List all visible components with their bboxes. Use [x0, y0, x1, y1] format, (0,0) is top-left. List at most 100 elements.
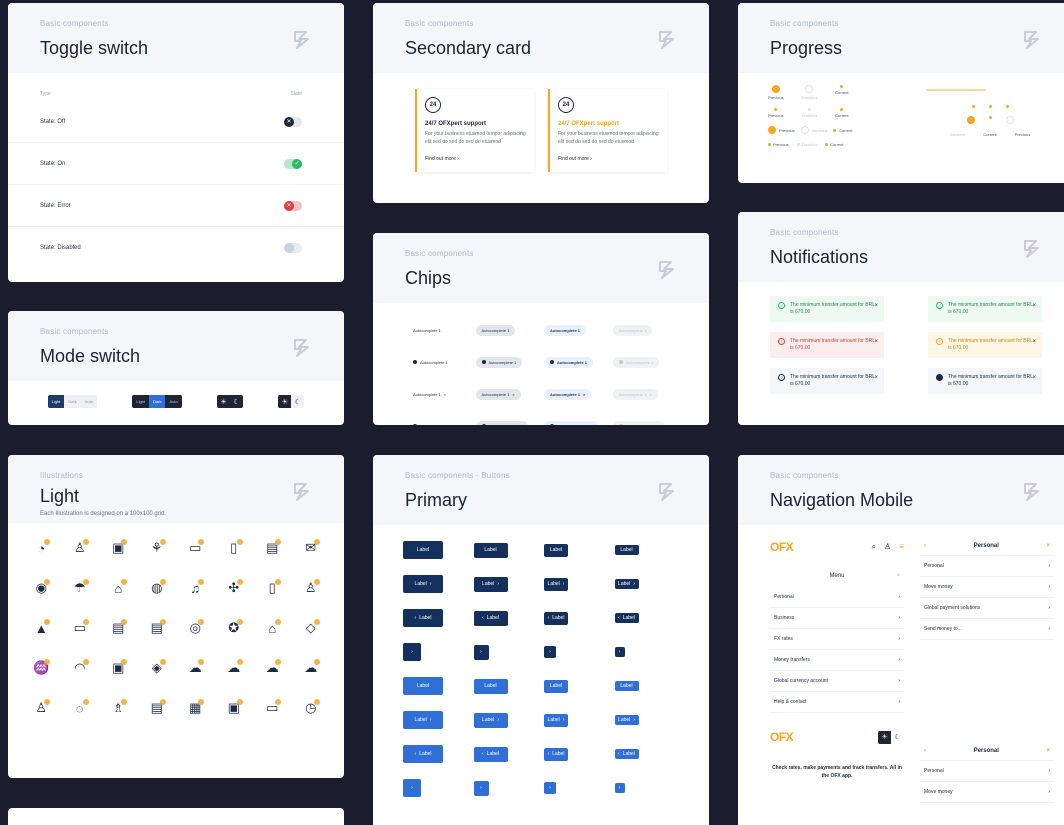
moon-icon[interactable]: ☾: [891, 730, 904, 744]
primary-button[interactable]: Label: [473, 678, 508, 694]
close-icon[interactable]: ×: [874, 374, 878, 382]
moon-icon[interactable]: ☾: [291, 395, 305, 408]
chip[interactable]: Autocomplete 1×: [544, 420, 599, 426]
mode-switch-light[interactable]: Light Dark Auto: [47, 395, 98, 408]
primary-button[interactable]: Label ›: [614, 715, 639, 725]
primary-button[interactable]: Label: [614, 545, 639, 555]
primary-button[interactable]: Label: [473, 542, 508, 558]
primary-button[interactable]: ‹ Label: [614, 749, 639, 759]
chevron-left-icon[interactable]: ‹: [924, 543, 926, 549]
primary-button[interactable]: ‹ Label: [473, 610, 508, 626]
close-icon[interactable]: ×: [1032, 338, 1036, 346]
primary-button[interactable]: Label ›: [544, 713, 568, 727]
mode-option-light[interactable]: Light: [132, 395, 149, 408]
menu-item[interactable]: Personal ›: [770, 587, 904, 608]
menu-item[interactable]: Global payment solutions ›: [920, 598, 1054, 619]
icon-button[interactable]: ›: [403, 643, 421, 661]
mode-icon-switch-light[interactable]: ☀ ☾: [278, 395, 305, 408]
menu-item[interactable]: Personal ›: [920, 556, 1054, 577]
primary-button[interactable]: ‹ Label: [403, 745, 443, 763]
find-out-more-link[interactable]: Find out more ›: [558, 156, 659, 162]
chip[interactable]: Autocomplete 1: [544, 356, 594, 368]
close-icon[interactable]: ×: [874, 338, 878, 346]
primary-button[interactable]: ‹ Label: [544, 747, 568, 761]
chip[interactable]: Autocomplete 1: [475, 325, 516, 336]
primary-button[interactable]: Label ›: [473, 712, 508, 728]
icon-button[interactable]: ›: [614, 783, 625, 793]
chip[interactable]: Autocomplete 1×: [407, 420, 460, 426]
icon-button[interactable]: ›: [544, 782, 556, 794]
icon-button[interactable]: ›: [403, 779, 421, 797]
chip[interactable]: Autocomplete 1: [407, 325, 447, 336]
menu-item[interactable]: FX rates ›: [770, 629, 904, 650]
close-icon[interactable]: ×: [1046, 748, 1050, 754]
icon-button[interactable]: ›: [544, 646, 556, 658]
primary-button[interactable]: Label ›: [473, 576, 508, 592]
menu-item[interactable]: Global currency account ›: [770, 671, 904, 692]
primary-button[interactable]: ‹ Label: [473, 746, 508, 762]
primary-button[interactable]: ‹ Label: [614, 613, 639, 623]
primary-button[interactable]: ‹ Label: [403, 609, 443, 627]
sun-icon[interactable]: ☀: [278, 395, 292, 408]
close-icon[interactable]: ×: [896, 573, 900, 579]
mode-option-dark[interactable]: Dark: [149, 395, 166, 408]
primary-button[interactable]: Label: [544, 679, 568, 693]
close-icon[interactable]: ×: [874, 302, 878, 310]
close-icon[interactable]: ×: [1032, 302, 1036, 310]
toggle-switch-on[interactable]: ✓: [284, 158, 302, 169]
menu-item[interactable]: Business ›: [770, 608, 904, 629]
primary-button[interactable]: Label ›: [614, 579, 639, 589]
menu-item[interactable]: Help & contact ›: [770, 692, 904, 713]
primary-button[interactable]: Label ›: [403, 575, 443, 593]
search-icon[interactable]: ⌕: [872, 542, 876, 552]
chip[interactable]: Autocomplete 1×: [407, 389, 453, 400]
mode-option-auto[interactable]: Auto: [165, 395, 181, 408]
close-icon[interactable]: ×: [512, 392, 514, 397]
mode-switch-dark[interactable]: Light Dark Auto: [132, 395, 182, 408]
icon-button[interactable]: ›: [473, 780, 489, 796]
menu-item[interactable]: Send money to... ›: [920, 619, 1054, 640]
sun-icon[interactable]: ☀: [217, 395, 231, 408]
icon-button[interactable]: ›: [614, 647, 625, 657]
find-out-more-link[interactable]: Find out more ›: [425, 156, 526, 162]
menu-item[interactable]: Move money ›: [920, 577, 1054, 598]
close-icon[interactable]: ×: [1032, 374, 1036, 382]
close-icon[interactable]: ×: [519, 424, 521, 426]
mode-option-auto[interactable]: Auto: [81, 395, 97, 408]
secondary-card-hover[interactable]: 24 24/7 OFXpert support For your busines…: [548, 89, 667, 172]
user-icon[interactable]: ♙: [884, 542, 891, 552]
close-icon[interactable]: ×: [444, 392, 446, 397]
close-icon[interactable]: ×: [583, 392, 585, 397]
chip[interactable]: Autocomplete 1: [475, 356, 523, 368]
chip[interactable]: Autocomplete 1×: [475, 389, 521, 400]
moon-icon[interactable]: ☾: [230, 395, 244, 408]
primary-button[interactable]: ‹ Label: [544, 611, 568, 625]
chip[interactable]: Autocomplete 1: [544, 325, 587, 336]
primary-button[interactable]: Label: [403, 677, 443, 695]
toggle-switch-error[interactable]: ✕: [284, 200, 302, 211]
mode-option-dark[interactable]: Dark: [64, 395, 80, 408]
primary-button[interactable]: Label ›: [544, 577, 568, 591]
chip[interactable]: Autocomplete 1×: [544, 389, 592, 400]
close-icon[interactable]: ×: [590, 424, 592, 426]
primary-button[interactable]: Label: [403, 541, 443, 559]
menu-item[interactable]: Money transfers ›: [770, 650, 904, 671]
chevron-left-icon[interactable]: ‹: [924, 748, 926, 754]
sun-icon[interactable]: ☀: [878, 730, 891, 744]
mode-icon-switch-dark[interactable]: ☀ ☾: [217, 395, 244, 408]
primary-button[interactable]: Label: [544, 543, 568, 557]
close-icon[interactable]: ×: [656, 424, 658, 426]
toggle-switch-off[interactable]: ✕: [284, 116, 302, 127]
menu-icon[interactable]: ≡: [899, 542, 904, 552]
close-icon[interactable]: ×: [649, 392, 651, 397]
menu-item[interactable]: Personal ›: [920, 761, 1054, 782]
icon-button[interactable]: ›: [473, 644, 489, 660]
primary-button[interactable]: Label ›: [403, 711, 443, 729]
chip[interactable]: Autocomplete 1×: [475, 420, 528, 426]
secondary-card[interactable]: 24 24/7 OFXpert support For your busines…: [415, 89, 534, 172]
chip[interactable]: Autocomplete 1: [407, 356, 454, 368]
mode-option-light[interactable]: Light: [47, 395, 65, 408]
menu-item[interactable]: Move money ›: [920, 782, 1054, 803]
close-icon[interactable]: ×: [451, 424, 453, 426]
mode-icon-switch[interactable]: ☀ ☾: [878, 730, 904, 744]
